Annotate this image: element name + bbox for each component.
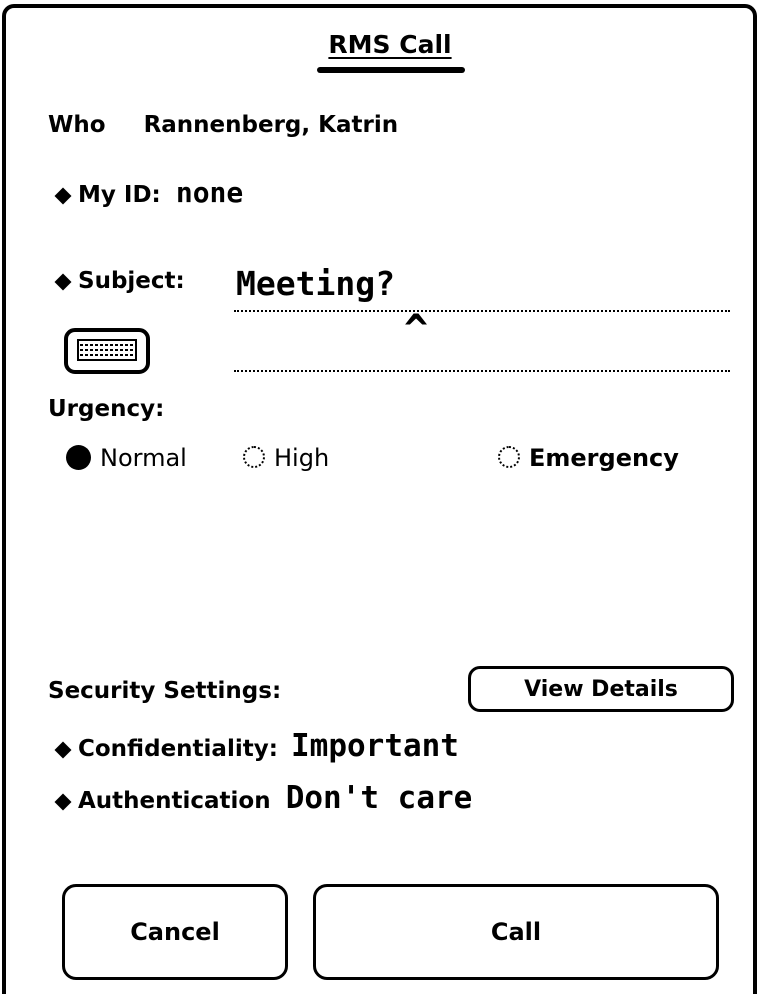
diamond-bullet-icon [54,793,72,810]
diamond-bullet-icon [54,741,72,758]
urgency-label: Urgency: [48,396,165,422]
who-row: Who Rannenberg, Katrin [48,112,398,138]
cancel-button[interactable]: Cancel [62,884,288,980]
dialog-frame [2,4,757,994]
confidentiality-value[interactable]: Important [291,728,459,764]
page-title: RMS Call [328,30,452,59]
my-id-value[interactable]: none [176,176,243,209]
urgency-option-label: Normal [100,444,187,472]
subject-label-row[interactable]: Subject: [54,268,185,294]
authentication-value[interactable]: Don't care [286,780,473,816]
radio-button-icon [66,444,91,470]
authentication-label: Authentication [78,788,271,814]
urgency-option-label: High [274,444,330,472]
who-label: Who [48,112,106,138]
urgency-option-label: Emergency [529,444,679,472]
urgency-option-emergency[interactable]: Emergency [498,444,679,472]
radio-button-icon [498,446,520,468]
keyboard-icon[interactable] [64,328,150,378]
confidentiality-label: Confidentiality: [78,736,278,762]
diamond-bullet-icon [54,273,72,290]
subject-line-1[interactable] [234,310,730,312]
subject-line-2[interactable] [234,370,730,372]
diamond-bullet-icon [54,187,72,204]
radio-button-icon [243,446,265,468]
authentication-row[interactable]: Authentication Don't care [54,780,473,816]
urgency-option-normal[interactable]: Normal [66,444,187,472]
my-id-label: My ID: [78,182,161,208]
subject-label: Subject: [78,268,185,294]
insertion-caret: ^ [404,307,429,353]
security-settings-label: Security Settings: [48,678,282,704]
my-id-row[interactable]: My ID: none [54,176,243,209]
urgency-option-high[interactable]: High [243,444,329,472]
subject-input[interactable]: Meeting? [236,264,395,303]
call-button[interactable]: Call [313,884,719,980]
confidentiality-row[interactable]: Confidentiality: Important [54,728,459,764]
view-details-button[interactable]: View Details [468,666,734,712]
title-underline-bar [317,67,465,73]
who-value[interactable]: Rannenberg, Katrin [144,112,399,138]
